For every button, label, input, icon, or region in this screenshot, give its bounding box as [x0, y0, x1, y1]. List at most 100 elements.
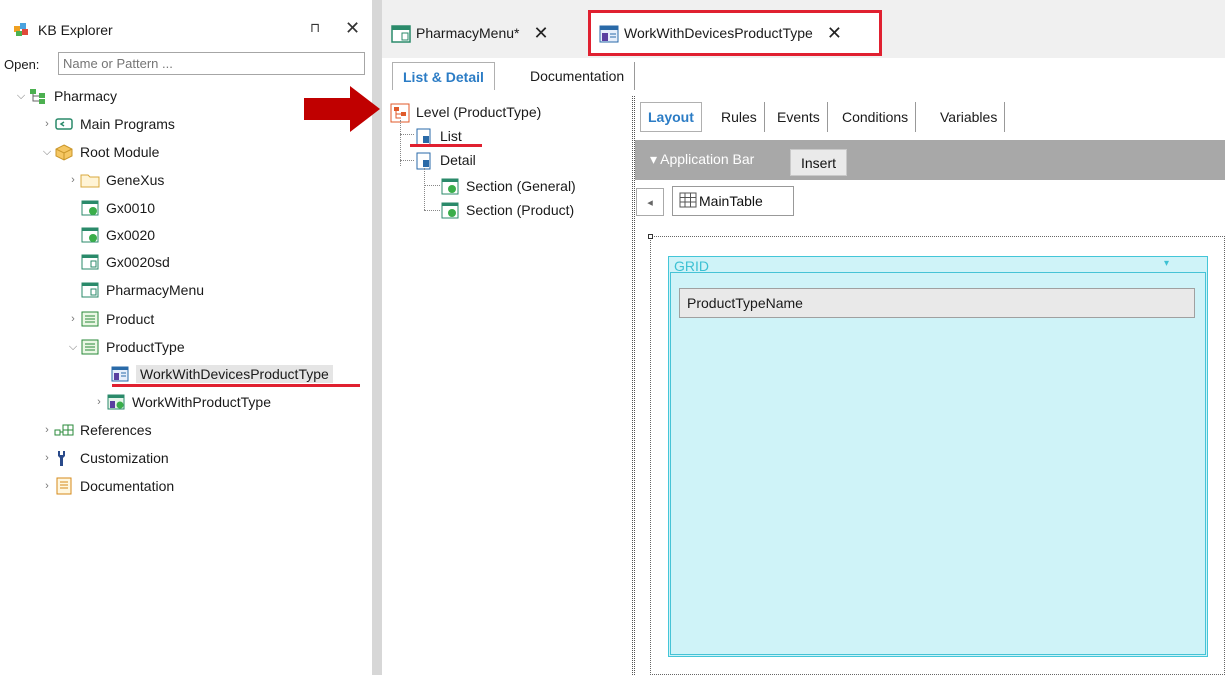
tree-item-label: Pharmacy [54, 88, 118, 104]
web-panel-icon [80, 226, 100, 244]
tree-item-label: Section (Product) [466, 202, 575, 218]
close-tab-icon[interactable]: ✕ [827, 23, 842, 44]
tree-item-references[interactable]: › References [40, 418, 151, 442]
tab-workwithdevicesproducttype[interactable]: WorkWithDevicesProductType ✕ [598, 12, 842, 54]
collapse-arrow-button[interactable]: ◂ [636, 188, 664, 216]
tree-item-workwithdevicesproducttype[interactable]: WorkWithDevicesProductType [110, 362, 333, 386]
maintable-label: MainTable [699, 193, 763, 209]
selection-underline [112, 384, 360, 387]
references-icon [54, 421, 74, 439]
tree-item-label: Gx0020sd [106, 254, 170, 270]
tree-item-label: Detail [440, 152, 476, 168]
tab-pharmacymenu[interactable]: PharmacyMenu* ✕ [390, 12, 549, 54]
transaction-icon [80, 338, 100, 356]
tree-item-genexus[interactable]: › GeneXus [66, 168, 164, 192]
wrench-icon [54, 449, 74, 467]
tree-item-root-module[interactable]: ⌵ Root Module [40, 140, 159, 164]
chevron-right-icon[interactable]: › [40, 424, 54, 436]
kb-explorer-title: KB Explorer [38, 22, 113, 38]
tree-item-workwithproducttype[interactable]: › WorkWithProductType [92, 390, 271, 414]
tab-variables[interactable]: Variables [933, 102, 1006, 132]
list-icon [414, 127, 434, 146]
chevron-right-icon[interactable]: › [40, 452, 54, 464]
kb-explorer-header: KB Explorer ⊓ ✕ [0, 0, 372, 50]
tab-rules[interactable]: Rules [714, 102, 765, 132]
tab-documentation[interactable]: Documentation [520, 62, 636, 90]
close-icon[interactable]: ✕ [345, 18, 360, 39]
kb-explorer-icon [12, 20, 32, 38]
folder-icon [80, 171, 100, 189]
tree-item-main-programs[interactable]: › Main Programs [40, 112, 175, 136]
close-tab-icon[interactable]: ✕ [534, 23, 549, 44]
tree-connector [424, 168, 425, 210]
tab-events[interactable]: Events [770, 102, 828, 132]
tree-connector [424, 210, 440, 211]
tree-item-label: GeneXus [106, 172, 165, 188]
tree-item-label: WorkWithProductType [132, 394, 272, 410]
tree-item-section-product[interactable]: Section (Product) [440, 198, 574, 222]
pane-divider[interactable] [632, 96, 635, 675]
tab-label: WorkWithDevicesProductType [624, 25, 813, 41]
pin-icon[interactable]: ⊓ [310, 20, 320, 36]
chevron-right-icon[interactable]: › [92, 396, 106, 408]
section-icon [440, 177, 460, 195]
tab-list-and-detail[interactable]: List & Detail [392, 62, 495, 90]
kb-root-icon [28, 87, 48, 105]
chevron-down-icon[interactable]: ⌵ [14, 90, 28, 103]
tree-item-product[interactable]: › Product [66, 307, 154, 331]
work-with-icon [106, 393, 126, 411]
module-icon [54, 143, 74, 161]
tab-layout[interactable]: Layout [640, 102, 702, 132]
tree-item-label: List [440, 128, 462, 144]
tree-connector [424, 185, 440, 186]
open-label: Open: [4, 57, 40, 72]
tree-item-label: PharmacyMenu [106, 282, 205, 298]
tree-item-documentation[interactable]: › Documentation [40, 474, 174, 498]
tree-item-label: WorkWithDevicesProductType [136, 365, 333, 383]
tree-item-label: Customization [80, 450, 169, 466]
tree-item-label: Gx0020 [106, 227, 156, 243]
chevron-right-icon[interactable]: › [40, 118, 54, 130]
chevron-down-icon[interactable]: ⌵ [40, 146, 54, 159]
resize-handle[interactable] [648, 234, 653, 239]
web-panel-icon [80, 199, 100, 217]
subtab-row [382, 58, 1225, 94]
work-with-devices-icon [110, 365, 130, 383]
chevron-right-icon[interactable]: › [40, 480, 54, 492]
tree-item-producttype[interactable]: ⌵ ProductType [66, 335, 185, 359]
chevron-right-icon[interactable]: › [66, 313, 80, 325]
documentation-icon [54, 477, 74, 495]
tree-item-level[interactable]: Level (ProductType) [390, 100, 541, 124]
search-input[interactable] [58, 52, 365, 75]
section-icon [440, 201, 460, 219]
tree-item-label: Section (General) [466, 178, 576, 194]
level-icon [390, 103, 410, 123]
tree-item-label: Level (ProductType) [416, 104, 542, 120]
application-bar-label[interactable]: ▾ Application Bar [650, 151, 754, 168]
insert-button[interactable]: Insert [790, 149, 847, 176]
grid-inner-area [670, 272, 1206, 655]
chevron-down-icon[interactable]: ▾ [1164, 258, 1169, 269]
tree-item-pharmacy[interactable]: ⌵ Pharmacy [14, 84, 117, 108]
work-with-devices-icon [598, 24, 619, 43]
main-programs-icon [54, 115, 74, 133]
tree-item-label: Main Programs [80, 116, 175, 132]
tree-item-label: ProductType [106, 339, 185, 355]
transaction-icon [80, 310, 100, 328]
producttypename-field[interactable]: ProductTypeName [679, 288, 1195, 318]
tree-item-section-general[interactable]: Section (General) [440, 174, 576, 198]
chevron-down-icon[interactable]: ⌵ [66, 341, 80, 354]
tab-conditions[interactable]: Conditions [835, 102, 917, 132]
tab-label: PharmacyMenu* [416, 25, 520, 41]
tree-item-customization[interactable]: › Customization [40, 446, 169, 470]
panel-icon [80, 253, 100, 271]
maintable-button[interactable]: MainTable [672, 186, 794, 216]
tree-item-gx0010[interactable]: Gx0010 [80, 196, 155, 220]
tree-item-gx0020sd[interactable]: Gx0020sd [80, 250, 170, 274]
tree-item-pharmacymenu[interactable]: PharmacyMenu [80, 278, 204, 302]
chevron-right-icon[interactable]: › [66, 174, 80, 186]
red-arrow-annotation [304, 86, 380, 132]
detail-icon [414, 151, 434, 170]
panel-icon [80, 281, 100, 299]
tree-item-gx0020[interactable]: Gx0020 [80, 223, 155, 247]
